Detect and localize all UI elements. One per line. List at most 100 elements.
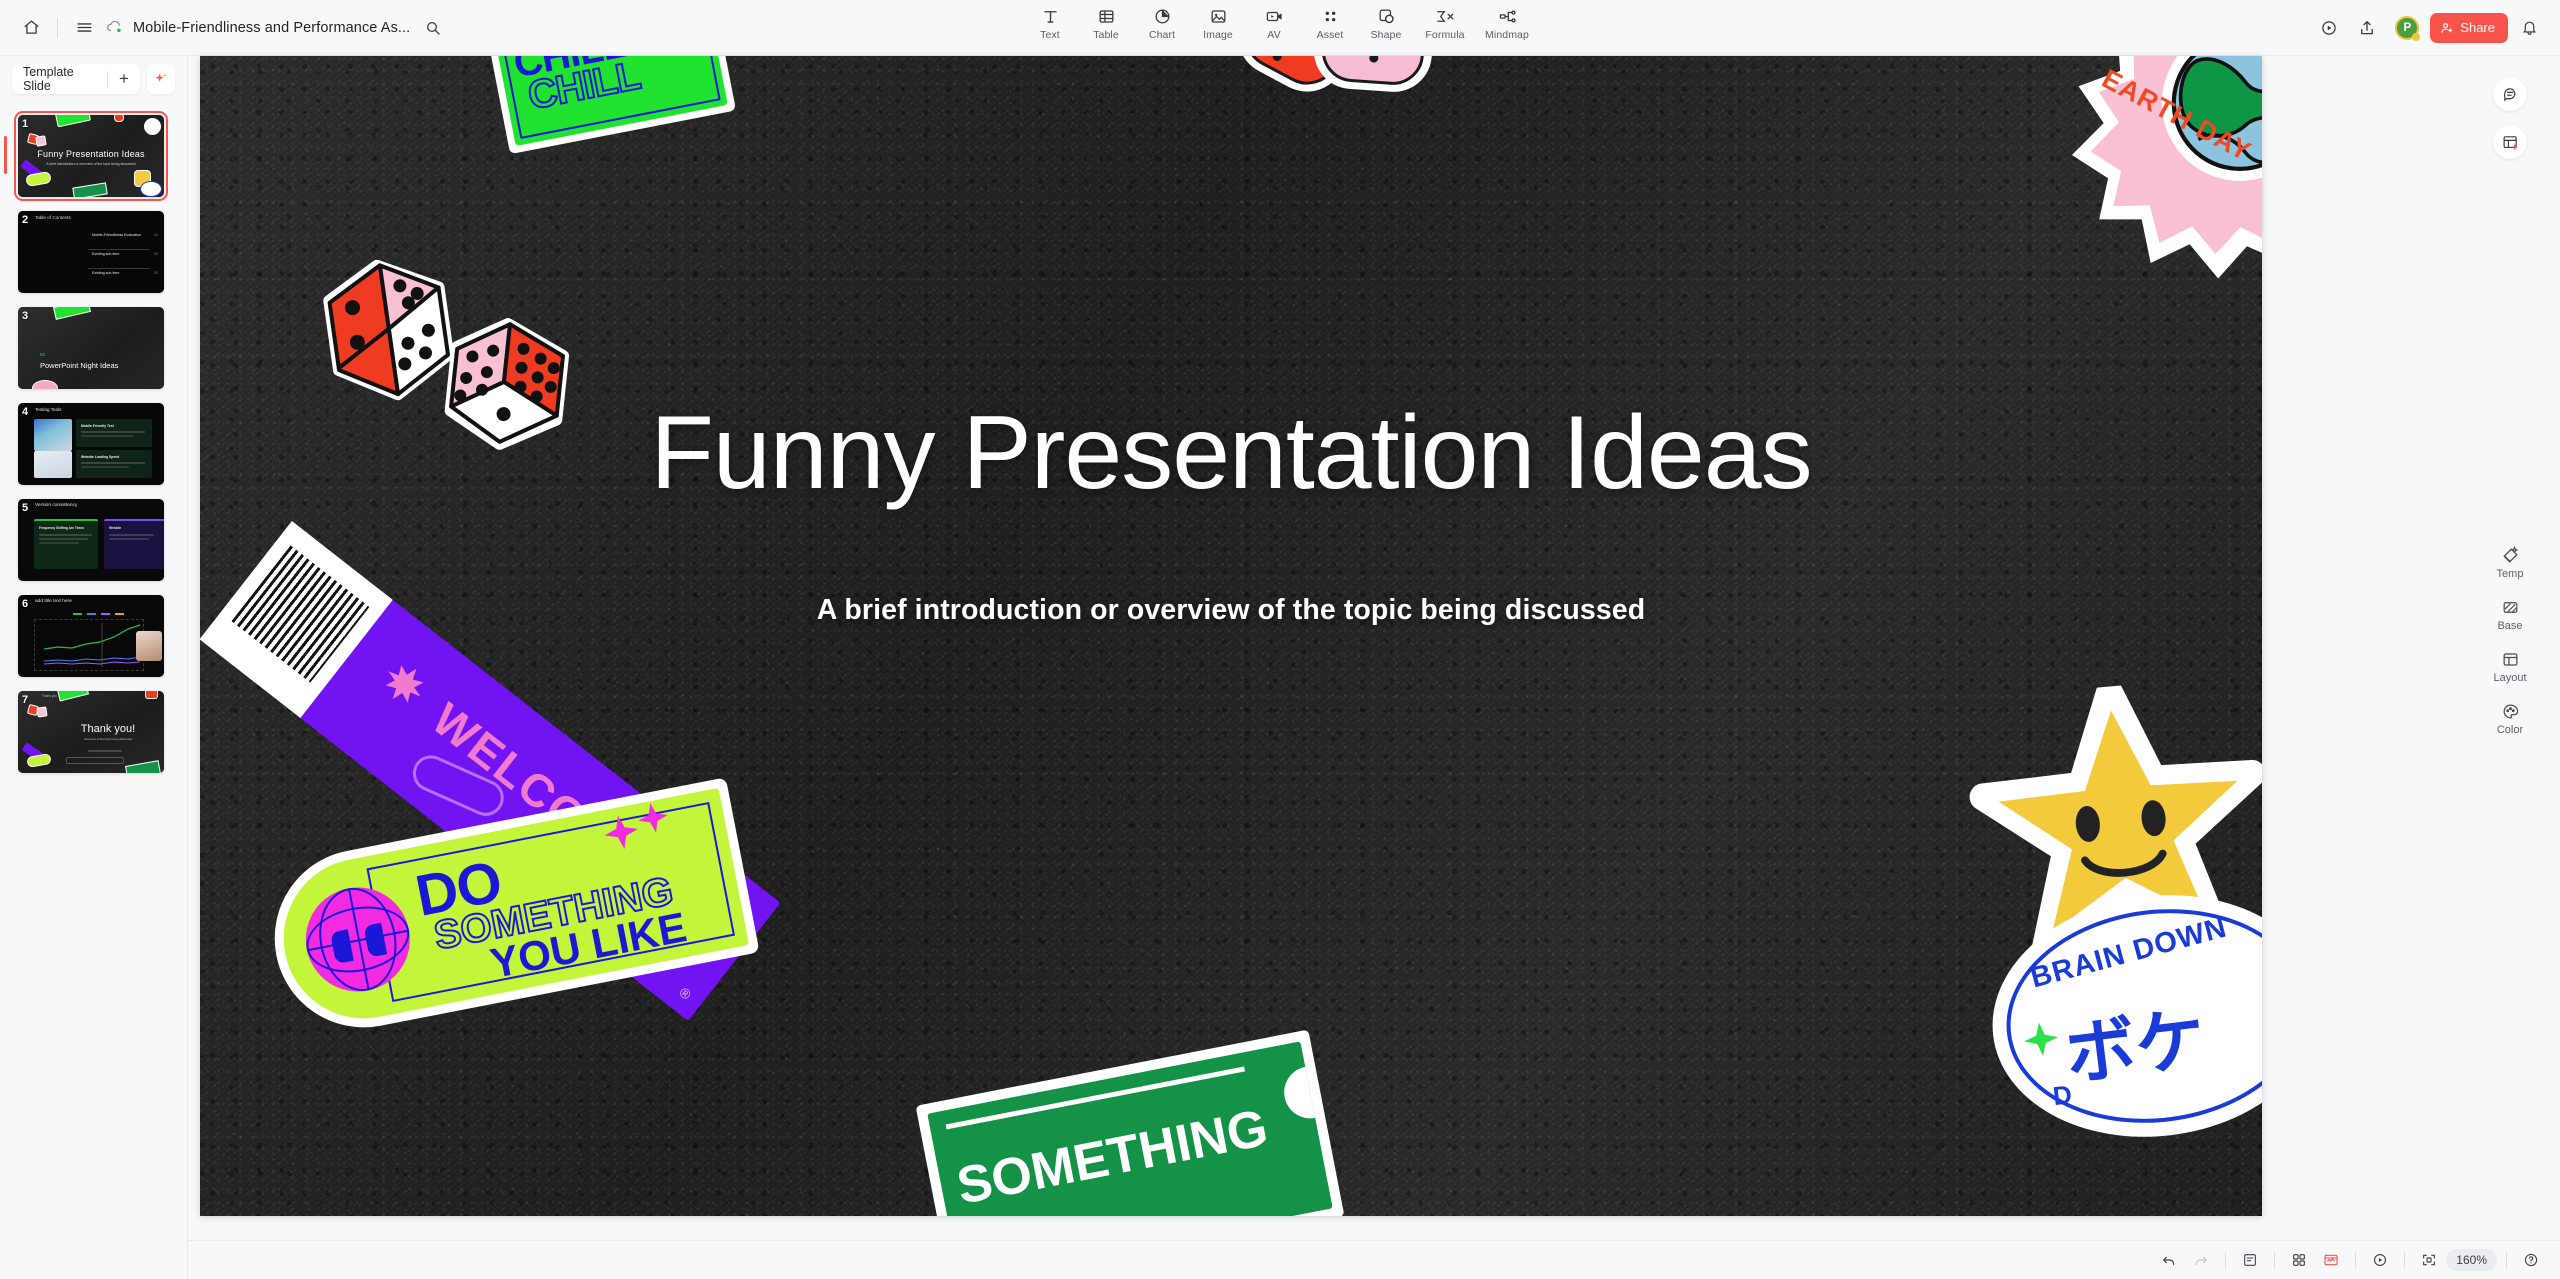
- right-tool-label: Temp: [2496, 568, 2524, 580]
- top-bar: Mobile-Friendliness and Performance As..…: [0, 0, 2560, 56]
- play-circle-icon[interactable]: [2312, 11, 2346, 45]
- thumb-image: [34, 451, 72, 478]
- right-rail: Temp Base Layout Color: [2460, 56, 2560, 1240]
- thumb-title: Funny Presentation Ideas: [37, 149, 145, 159]
- bottom-divider: [2225, 1251, 2227, 1269]
- right-tool-label: Layout: [2493, 672, 2527, 684]
- tool-label: Text: [1040, 28, 1060, 41]
- slide-title[interactable]: Funny Presentation Ideas: [200, 394, 2262, 513]
- thumb-card-line: [81, 462, 145, 464]
- thumb-toc-num: 01: [154, 233, 158, 237]
- search-icon[interactable]: [416, 11, 450, 45]
- thumb-eyebrow: Thank you: [42, 694, 57, 698]
- tool-shape[interactable]: Shape: [1358, 0, 1414, 52]
- thumb-title: Testing Tools: [35, 407, 62, 412]
- thumb-card-title: Website Loading Speed: [81, 455, 120, 459]
- document-title[interactable]: Mobile-Friendliness and Performance As..…: [133, 20, 410, 36]
- slide-number: 1: [22, 118, 29, 130]
- thumb-col-title: Website: [109, 526, 122, 530]
- fit-screen-icon[interactable]: [2414, 1247, 2444, 1273]
- thumb-canvas: 6 add title text here: [18, 595, 164, 677]
- tool-image[interactable]: Image: [1190, 0, 1246, 52]
- slide-thumbnail-4[interactable]: 4 Testing Tools Mobile-Friendly Test Web…: [0, 396, 187, 492]
- tool-asset[interactable]: Asset: [1302, 0, 1358, 52]
- tool-label: AV: [1267, 28, 1281, 41]
- zoom-level[interactable]: 160%: [2446, 1249, 2497, 1271]
- tool-label: Chart: [1148, 28, 1176, 41]
- slide-thumbnail-2[interactable]: 2 Table of Contents Mobile-Friendliness …: [0, 204, 187, 300]
- insert-toolbar: Text Table Chart Image AV Asset Shape Fo…: [1022, 0, 1538, 56]
- undo-arrow-icon[interactable]: [2154, 1247, 2184, 1273]
- thumb-chart-lines: [44, 623, 141, 667]
- thumb-sticker-brain: [140, 181, 162, 197]
- slide-thumbnail-3[interactable]: 3 01 PowerPoint Night Ideas: [0, 300, 187, 396]
- slide-thumbnail-1[interactable]: 1 Funny Presentation Ideas A brief intro…: [0, 108, 187, 204]
- tool-chart[interactable]: Chart: [1134, 0, 1190, 52]
- thumb-toc-num: 02: [154, 252, 158, 256]
- grid-view-icon[interactable]: [2284, 1247, 2314, 1273]
- play-circle-icon[interactable]: [2365, 1247, 2395, 1273]
- hamburger-menu-icon[interactable]: [67, 11, 101, 45]
- tool-label: Asset: [1316, 28, 1344, 41]
- thumb-canvas: 5 Version consistency Frequency Shifting…: [18, 499, 164, 581]
- template-slide-tab[interactable]: Template Slide: [12, 64, 107, 94]
- bottom-bar: 160%: [188, 1240, 2560, 1279]
- thumb-card-line: [81, 431, 145, 433]
- slide-thumbnail-5[interactable]: 5 Version consistency Frequency Shifting…: [0, 492, 187, 588]
- thumb-title: Table of Contents: [35, 215, 71, 220]
- avatar-badge: [2412, 32, 2421, 41]
- slide-thumbnail-7[interactable]: 7 Thank you Thank you! Overview of the t…: [0, 684, 187, 780]
- thumb-subtitle: A brief introduction or overview of the …: [46, 162, 136, 166]
- avatar-initial: P: [2403, 21, 2412, 34]
- comment-icon[interactable]: [2493, 77, 2527, 111]
- thumb-col-line: [39, 538, 88, 540]
- thumb-card-title: Mobile-Friendly Test: [81, 424, 114, 428]
- slides-panel-header: Template Slide +: [0, 56, 187, 102]
- thumb-title: Thank you!: [80, 723, 136, 735]
- slide-number: 5: [22, 502, 29, 514]
- tool-av[interactable]: AV: [1246, 0, 1302, 52]
- home-icon[interactable]: [14, 11, 48, 45]
- active-slide[interactable]: CHILL CHILL OUT: [200, 56, 2262, 1216]
- thumb-sticker-dice2: [35, 135, 47, 147]
- layout-add-icon[interactable]: [2493, 125, 2527, 159]
- thumb-toc-num: 03: [154, 271, 158, 275]
- right-tool-color[interactable]: Color: [2460, 702, 2560, 736]
- slide-thumbnail-list[interactable]: 1 Funny Presentation Ideas A brief intro…: [0, 102, 187, 1279]
- share-button[interactable]: Share: [2430, 12, 2508, 43]
- toolbar-divider: [57, 17, 58, 38]
- tool-mindmap[interactable]: Mindmap: [1476, 0, 1538, 52]
- bell-icon[interactable]: [2512, 11, 2546, 45]
- tool-formula[interactable]: Formula: [1414, 0, 1476, 52]
- share-label: Share: [2460, 20, 2495, 35]
- right-tool-label: Color: [2496, 724, 2524, 736]
- tool-text[interactable]: Text: [1022, 0, 1078, 52]
- add-slide-button[interactable]: +: [108, 64, 140, 94]
- right-tool-layout[interactable]: Layout: [2460, 650, 2560, 684]
- thumb-image: [34, 419, 72, 451]
- thumb-card-line: [81, 466, 129, 468]
- slide-view-icon[interactable]: [2316, 1247, 2346, 1273]
- slide-canvas-area[interactable]: CHILL CHILL OUT: [188, 56, 2460, 1240]
- right-tool-temp[interactable]: Temp: [2460, 546, 2560, 580]
- thumb-toc-item: Mobile-Friendliness Evaluation: [92, 233, 141, 237]
- thumb-canvas: 4 Testing Tools Mobile-Friendly Test Web…: [18, 403, 164, 485]
- slide-background-grain: [200, 56, 2262, 1216]
- thumb-subtitle: Overview of the topic being discussed: [83, 737, 133, 741]
- slide-thumbnail-6[interactable]: 6 add title text here: [0, 588, 187, 684]
- tool-table[interactable]: Table: [1078, 0, 1134, 52]
- thumb-col-line: [109, 538, 149, 540]
- speaker-notes-icon[interactable]: [2235, 1247, 2265, 1273]
- right-tool-base[interactable]: Base: [2460, 598, 2560, 632]
- tool-label: Image: [1203, 28, 1233, 41]
- avatar[interactable]: P: [2395, 15, 2421, 41]
- redo-arrow-icon[interactable]: [2186, 1247, 2216, 1273]
- sparkle-ai-icon[interactable]: [146, 64, 175, 94]
- help-circle-icon[interactable]: [2516, 1247, 2546, 1273]
- slide-subtitle[interactable]: A brief introduction or overview of the …: [200, 594, 2262, 627]
- slide-number: 6: [22, 598, 29, 610]
- thumb-canvas: 7 Thank you Thank you! Overview of the t…: [18, 691, 164, 773]
- share-upload-icon[interactable]: [2350, 11, 2384, 45]
- tool-label: Formula: [1425, 28, 1465, 41]
- thumb-sticker-dice2: [36, 706, 48, 718]
